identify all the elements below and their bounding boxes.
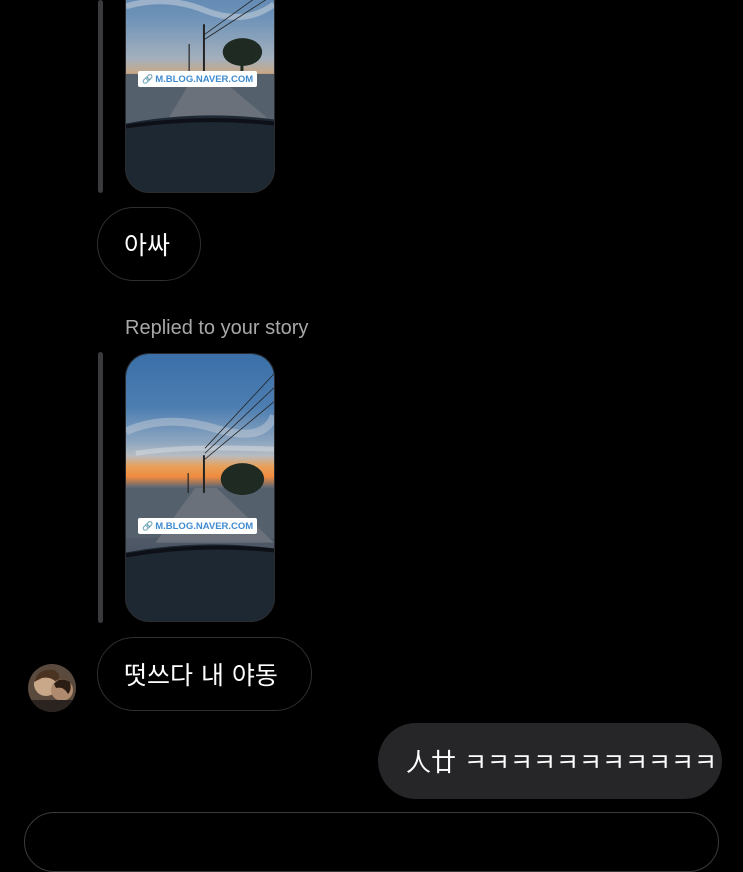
replied-to-story-label: Replied to your story [125, 317, 309, 339]
link-icon: 🔗 [142, 73, 154, 84]
reply-indicator-bar [98, 0, 103, 193]
link-sticker[interactable]: 🔗 M.BLOG.NAVER.COM [138, 71, 258, 87]
message-composer[interactable] [24, 812, 719, 872]
link-icon: 🔗 [142, 520, 154, 531]
message-text: 人廿 ㅋㅋㅋㅋㅋㅋㅋㅋㅋㅋㅋ [406, 748, 717, 777]
avatar[interactable] [28, 664, 76, 712]
story-preview-1[interactable]: 🔗 M.BLOG.NAVER.COM [125, 0, 275, 193]
avatar-photo [28, 664, 76, 712]
link-sticker-text: M.BLOG.NAVER.COM [155, 520, 254, 532]
link-sticker-text: M.BLOG.NAVER.COM [155, 73, 254, 85]
reply-indicator-bar [98, 352, 103, 623]
story-photo [126, 354, 274, 621]
message-text: 아싸 [124, 231, 171, 260]
link-sticker[interactable]: 🔗 M.BLOG.NAVER.COM [138, 518, 258, 534]
message-bubble-sent[interactable]: 人廿 ㅋㅋㅋㅋㅋㅋㅋㅋㅋㅋㅋ [378, 723, 722, 799]
story-preview-2[interactable]: 🔗 M.BLOG.NAVER.COM [125, 353, 275, 622]
story-photo [126, 0, 274, 192]
message-text: 떳쓰다 내 야동 [124, 661, 278, 690]
message-bubble-received[interactable]: 아싸 [97, 207, 201, 281]
message-bubble-received[interactable]: 떳쓰다 내 야동 [97, 637, 312, 711]
